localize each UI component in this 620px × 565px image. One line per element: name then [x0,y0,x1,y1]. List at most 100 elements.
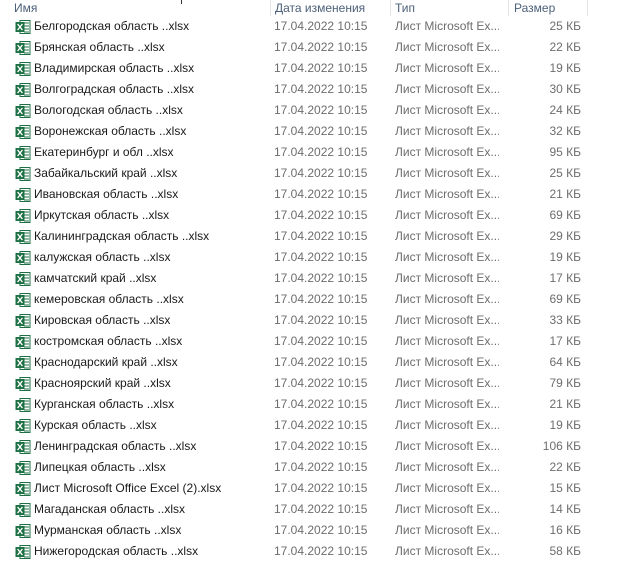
file-row[interactable]: Магаданская область ..xlsx 17.04.2022 10:… [0,499,620,520]
file-size: 58 КБ [549,544,581,558]
file-name: костромская область ..xlsx [34,334,183,348]
file-type: Лист Microsoft Ex... [395,439,499,453]
excel-file-icon [15,166,31,183]
file-row[interactable]: Лист Microsoft Office Excel (2).xlsx 17.0… [0,478,620,499]
column-header-type[interactable]: Тип [395,0,415,16]
file-type: Лист Microsoft Ex... [395,61,499,75]
file-date-modified: 17.04.2022 10:15 [274,40,368,54]
file-row[interactable]: Иркутская область ..xlsx 17.04.2022 10:15… [0,205,620,226]
file-date-modified: 17.04.2022 10:15 [274,19,368,33]
sort-indicator [181,0,182,4]
file-name: Ивановская область ..xlsx [34,187,179,201]
column-divider[interactable] [270,0,271,16]
excel-file-icon [15,124,31,141]
file-name: Брянская область ..xlsx [34,40,165,54]
file-row[interactable]: камчатский край ..xlsx 17.04.2022 10:15 Ли… [0,268,620,289]
file-row[interactable]: Мурманская область ..xlsx 17.04.2022 10:1… [0,520,620,541]
file-name: Ленинградская область ..xlsx [34,439,197,453]
file-date-modified: 17.04.2022 10:15 [274,124,368,138]
column-header-bar: Имя Дата изменения Тип Размер [0,0,620,16]
file-size: 21 КБ [549,397,581,411]
file-row[interactable]: Екатеринбург и обл ..xlsx 17.04.2022 10:1… [0,142,620,163]
file-type: Лист Microsoft Ex... [395,19,499,33]
excel-file-icon [15,292,31,309]
file-row[interactable]: Курганская область ..xlsx 17.04.2022 10:1… [0,394,620,415]
file-row[interactable]: Белгородская область ..xlsx 17.04.2022 10… [0,16,620,37]
file-name: Курганская область ..xlsx [34,397,175,411]
column-header-date[interactable]: Дата изменения [275,0,365,16]
file-name: Мурманская область ..xlsx [34,523,182,537]
file-type: Лист Microsoft Ex... [395,208,499,222]
file-type: Лист Microsoft Ex... [395,271,499,285]
file-name: калужская область ..xlsx [34,250,171,264]
file-date-modified: 17.04.2022 10:15 [274,544,368,558]
file-name: Белгородская область ..xlsx [34,19,190,33]
file-name: Лист Microsoft Office Excel (2).xlsx [34,481,222,495]
file-size: 16 КБ [549,523,581,537]
file-name: Воронежская область ..xlsx [34,124,187,138]
file-date-modified: 17.04.2022 10:15 [274,523,368,537]
file-row[interactable]: Кировская область ..xlsx 17.04.2022 10:15… [0,310,620,331]
file-row[interactable]: Калининградская область ..xlsx 17.04.2022… [0,226,620,247]
column-header-name[interactable]: Имя [14,0,37,16]
file-row[interactable]: Ивановская область ..xlsx 17.04.2022 10:1… [0,184,620,205]
file-name: Вологодская область ..xlsx [34,103,183,117]
file-type: Лист Microsoft Ex... [395,418,499,432]
file-size: 15 КБ [549,481,581,495]
file-row[interactable]: Вологодская область ..xlsx 17.04.2022 10:… [0,100,620,121]
file-row[interactable]: Волгоградская область ..xlsx 17.04.2022 1… [0,79,620,100]
file-type: Лист Microsoft Ex... [395,502,499,516]
file-name: Магаданская область ..xlsx [34,502,186,516]
excel-file-icon [15,187,31,204]
excel-file-icon [15,82,31,99]
column-divider[interactable] [390,0,391,16]
file-date-modified: 17.04.2022 10:15 [274,481,368,495]
file-size: 69 КБ [549,208,581,222]
column-divider[interactable] [508,0,509,16]
file-date-modified: 17.04.2022 10:15 [274,313,368,327]
file-size: 30 КБ [549,82,581,96]
file-row[interactable]: Воронежская область ..xlsx 17.04.2022 10:… [0,121,620,142]
excel-file-icon [15,40,31,57]
column-divider[interactable] [587,0,588,16]
file-size: 14 КБ [549,502,581,516]
file-row[interactable]: Курская область ..xlsx 17.04.2022 10:15 Ли… [0,415,620,436]
file-date-modified: 17.04.2022 10:15 [274,376,368,390]
file-row[interactable]: кемеровская область ..xlsx 17.04.2022 10:… [0,289,620,310]
file-size: 19 КБ [549,418,581,432]
file-row[interactable]: Забайкальский край ..xlsx 17.04.2022 10:1… [0,163,620,184]
excel-file-icon [15,250,31,267]
file-row[interactable]: Липецкая область ..xlsx 17.04.2022 10:15 Л… [0,457,620,478]
file-size: 25 КБ [549,166,581,180]
file-size: 21 КБ [549,187,581,201]
file-row[interactable]: калужская область ..xlsx 17.04.2022 10:15… [0,247,620,268]
file-date-modified: 17.04.2022 10:15 [274,397,368,411]
file-type: Лист Microsoft Ex... [395,187,499,201]
file-row[interactable]: Брянская область ..xlsx 17.04.2022 10:15 Л… [0,37,620,58]
excel-file-icon [15,460,31,477]
column-header-size[interactable]: Размер [514,0,555,16]
excel-file-icon [15,334,31,351]
file-row[interactable]: Краснодарский край ..xlsx 17.04.2022 10:1… [0,352,620,373]
file-type: Лист Microsoft Ex... [395,397,499,411]
file-type: Лист Microsoft Ex... [395,250,499,264]
file-row[interactable]: Нижегородская область ..xlsx 17.04.2022 1… [0,541,620,562]
file-date-modified: 17.04.2022 10:15 [274,355,368,369]
file-date-modified: 17.04.2022 10:15 [274,145,368,159]
file-date-modified: 17.04.2022 10:15 [274,292,368,306]
excel-file-icon [15,208,31,225]
excel-file-icon [15,355,31,372]
file-date-modified: 17.04.2022 10:15 [274,208,368,222]
file-row[interactable]: Красноярский край ..xlsx 17.04.2022 10:15… [0,373,620,394]
file-type: Лист Microsoft Ex... [395,292,499,306]
file-row[interactable]: костромская область ..xlsx 17.04.2022 10:… [0,331,620,352]
file-name: Нижегородская область ..xlsx [34,544,199,558]
file-name: Кировская область ..xlsx [34,313,171,327]
file-size: 22 КБ [549,460,581,474]
file-type: Лист Microsoft Ex... [395,481,499,495]
file-row[interactable]: Владимирская область ..xlsx 17.04.2022 10… [0,58,620,79]
file-type: Лист Microsoft Ex... [395,40,499,54]
file-date-modified: 17.04.2022 10:15 [274,271,368,285]
file-row[interactable]: Ленинградская область ..xlsx 17.04.2022 1… [0,436,620,457]
file-type: Лист Microsoft Ex... [395,313,499,327]
